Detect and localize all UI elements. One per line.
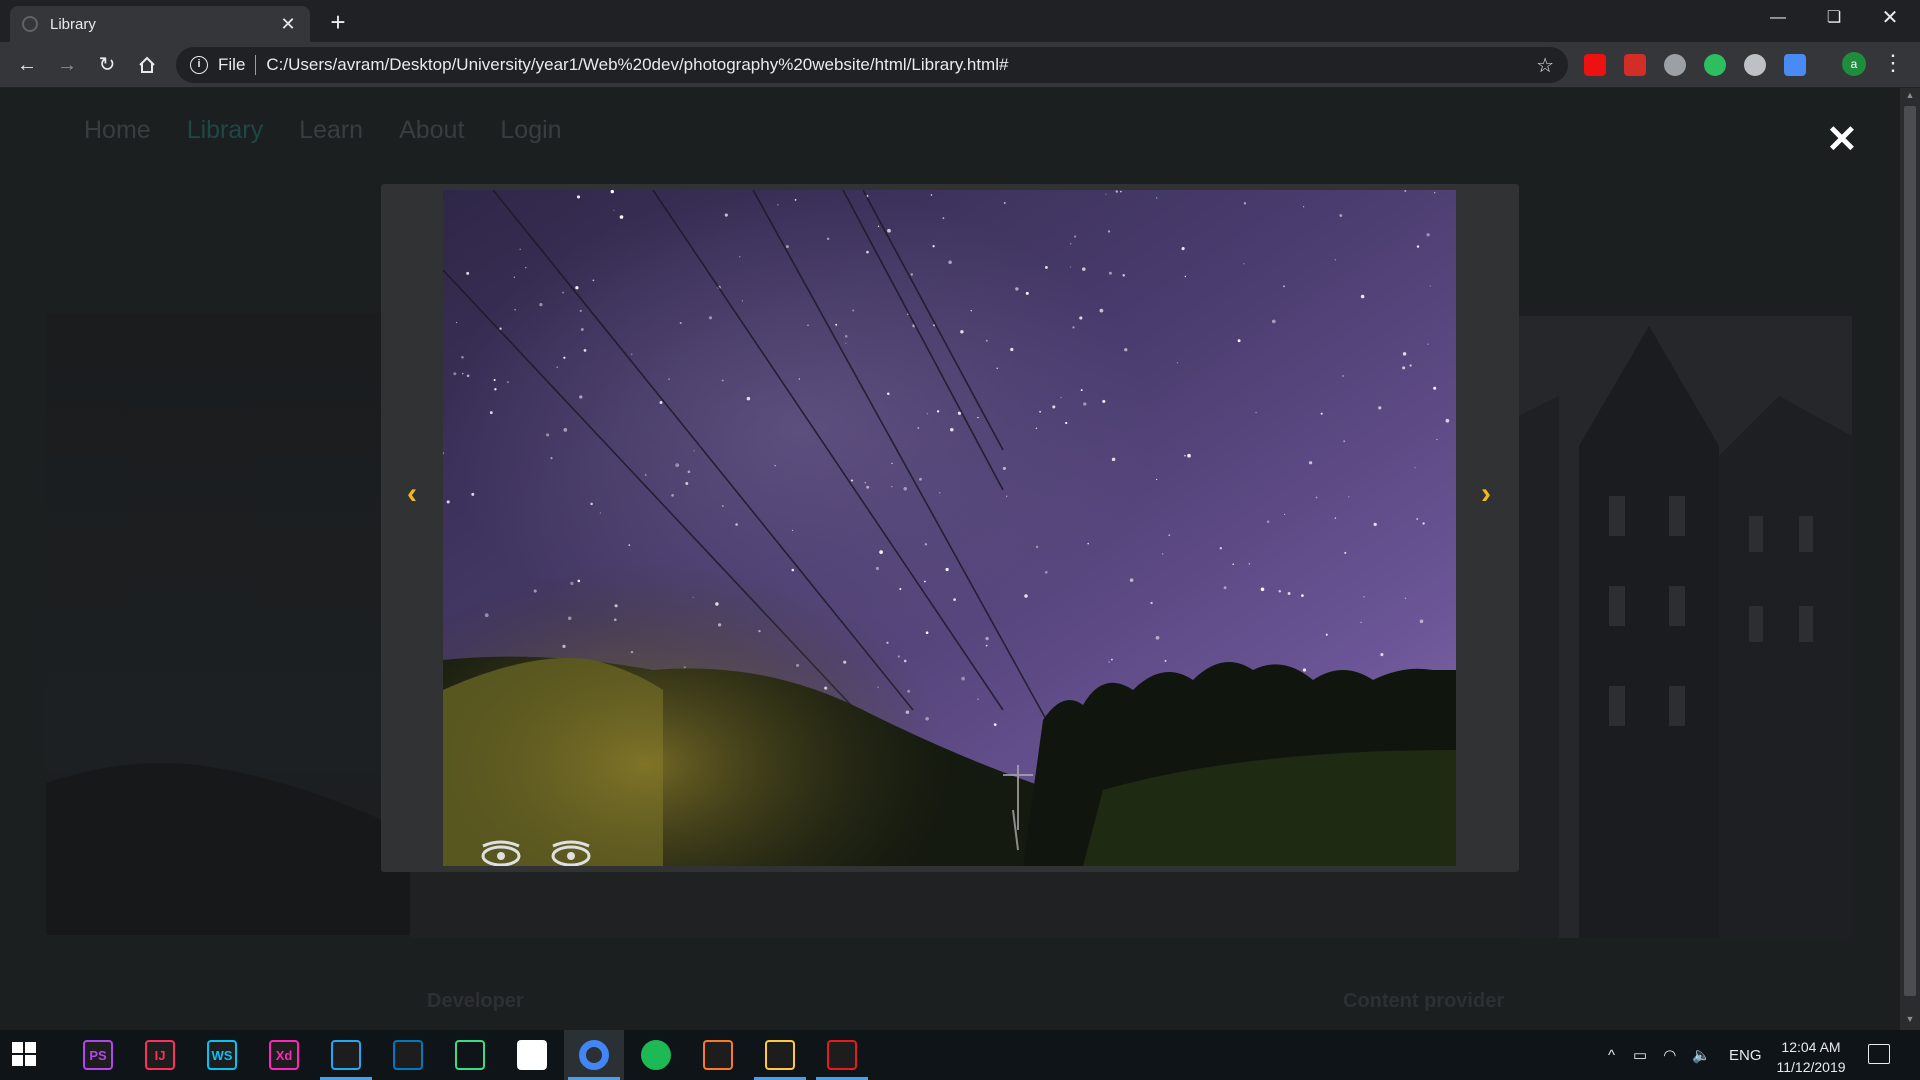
phpstorm-icon: PS <box>83 1040 113 1070</box>
lightbox-photo: Yelisx Photography <box>443 190 1456 866</box>
taskbar-app-chrome[interactable] <box>564 1030 624 1080</box>
omnibox-divider <box>255 55 257 75</box>
taskbar-app-intellij[interactable]: IJ <box>130 1030 190 1080</box>
nav-library[interactable]: Library <box>187 116 263 145</box>
tab-strip: Library ✕ + — ❏ ✕ <box>0 0 1920 42</box>
vscode-icon <box>331 1040 361 1070</box>
home-button[interactable] <box>132 50 162 80</box>
show-hidden-icons-icon[interactable]: ^ <box>1608 1047 1615 1064</box>
trello-icon <box>393 1040 423 1070</box>
taskbar-app-webstorm[interactable]: WS <box>192 1030 252 1080</box>
footer-developer-heading: Developer <box>427 990 524 1012</box>
lightbox-close-button[interactable]: ✕ <box>1826 120 1858 160</box>
settings-gear-icon[interactable] <box>1744 54 1766 76</box>
taskbar-app-xampp[interactable] <box>688 1030 748 1080</box>
restore-button[interactable]: ❏ <box>1806 0 1862 38</box>
chrome-icon <box>579 1040 609 1070</box>
system-tray: ^ ▭ ◠ 🔈 ENG <box>1608 1030 1762 1080</box>
evernote-icon[interactable] <box>1704 54 1726 76</box>
language-indicator[interactable]: ENG <box>1729 1047 1762 1064</box>
dim-mountain-photo <box>46 763 410 935</box>
windows-start-icon[interactable] <box>12 1042 36 1066</box>
lightbox-prev-button[interactable]: ‹ <box>407 477 417 511</box>
intellij-icon: IJ <box>145 1040 175 1070</box>
adobe-xd-icon: Xd <box>269 1040 299 1070</box>
taskbar-app-phpstorm[interactable]: PS <box>68 1030 128 1080</box>
minimize-button[interactable]: — <box>1750 0 1806 38</box>
lightbox-next-button[interactable]: › <box>1481 477 1491 511</box>
url-text[interactable]: C:/Users/avram/Desktop/University/year1/… <box>266 55 1536 75</box>
volume-icon[interactable]: 🔈 <box>1692 1046 1711 1064</box>
tab-title: Library <box>50 15 96 33</box>
scroll-up-icon[interactable]: ▲ <box>1900 90 1920 104</box>
taskbar-app-label: WS <box>211 1047 233 1063</box>
lightbox-modal: ‹ › <box>381 184 1519 872</box>
windows-taskbar: PS IJ WS Xd ^ ▭ ◠ 🔈 ENG 12:04 AM 11/12/2019 <box>0 1030 1920 1080</box>
android-studio-icon <box>455 1040 485 1070</box>
taskbar-app-adobe-xd[interactable]: Xd <box>254 1030 314 1080</box>
taskbar-app-trello[interactable] <box>378 1030 438 1080</box>
close-window-button[interactable]: ✕ <box>1862 0 1918 38</box>
ghostery-icon[interactable] <box>1664 54 1686 76</box>
back-button[interactable]: ← <box>12 50 42 80</box>
xampp-icon <box>703 1040 733 1070</box>
reload-button[interactable]: ↻ <box>92 50 122 80</box>
taskbar-app-unity[interactable] <box>502 1030 562 1080</box>
scrollbar-thumb[interactable] <box>1904 106 1916 996</box>
browser-toolbar: ← → ↻ i File C:/Users/avram/Desktop/Univ… <box>0 42 1920 88</box>
page-favicon-icon <box>22 16 38 32</box>
night-sky-photo <box>443 190 1456 866</box>
taskbar-app-android-studio[interactable] <box>440 1030 500 1080</box>
webstorm-icon: WS <box>207 1040 237 1070</box>
footer-content-provider-heading: Content provider <box>1343 990 1505 1012</box>
clock-time: 12:04 AM <box>1781 1039 1841 1055</box>
spotify-icon <box>641 1040 671 1070</box>
profile-avatar[interactable]: a <box>1842 52 1866 76</box>
acrobat-icon <box>827 1040 857 1070</box>
taskbar-app-vscode[interactable] <box>316 1030 376 1080</box>
gallery-thumbnail-right[interactable] <box>1519 316 1852 938</box>
dim-castle-photo <box>1519 316 1852 938</box>
scroll-down-icon[interactable]: ▼ <box>1900 1014 1920 1028</box>
taskbar-app-label: PS <box>89 1047 107 1063</box>
new-tab-button[interactable]: + <box>324 6 352 38</box>
battery-icon[interactable]: ▭ <box>1633 1046 1647 1064</box>
taskbar-app-acrobat[interactable] <box>812 1030 872 1080</box>
nav-learn[interactable]: Learn <box>299 116 363 145</box>
taskbar-app-label: Xd <box>275 1047 293 1063</box>
gallery-thumbnail-strip <box>410 868 1519 938</box>
taskbar-clock[interactable]: 12:04 AM 11/12/2019 <box>1766 1037 1856 1077</box>
taskbar-app-label: IJ <box>154 1047 166 1063</box>
home-icon <box>139 56 155 73</box>
translate-icon[interactable] <box>1784 54 1806 76</box>
tab-close-icon[interactable]: ✕ <box>278 14 298 35</box>
taskbar-app-file-explorer[interactable] <box>750 1030 810 1080</box>
unity-icon <box>517 1040 547 1070</box>
wifi-icon[interactable]: ◠ <box>1663 1046 1676 1064</box>
taskbar-app-spotify[interactable] <box>626 1030 686 1080</box>
gallery-thumbnail-left[interactable] <box>46 313 410 935</box>
watermark-logo: Yelisx Photography <box>481 840 591 866</box>
url-scheme: File <box>218 55 246 74</box>
file-explorer-icon <box>765 1040 795 1070</box>
browser-tab[interactable]: Library ✕ <box>10 6 310 42</box>
nav-login[interactable]: Login <box>500 116 561 145</box>
site-info-icon[interactable]: i <box>190 56 208 74</box>
page-scrollbar[interactable]: ▲ ▼ <box>1900 88 1920 1030</box>
lastpass-icon[interactable] <box>1624 54 1646 76</box>
nav-about[interactable]: About <box>399 116 464 145</box>
bookmark-star-icon[interactable]: ☆ <box>1536 53 1554 78</box>
clock-date: 11/12/2019 <box>1776 1059 1846 1075</box>
forward-button[interactable]: → <box>52 50 82 80</box>
nav-home[interactable]: Home <box>84 116 151 145</box>
adblock-icon[interactable] <box>1584 54 1606 76</box>
browser-menu-icon[interactable]: ⋮ <box>1882 50 1904 76</box>
action-center-icon[interactable] <box>1868 1044 1890 1064</box>
site-nav: Home Library Learn About Login <box>84 116 562 145</box>
address-bar[interactable]: i File C:/Users/avram/Desktop/University… <box>176 47 1568 83</box>
